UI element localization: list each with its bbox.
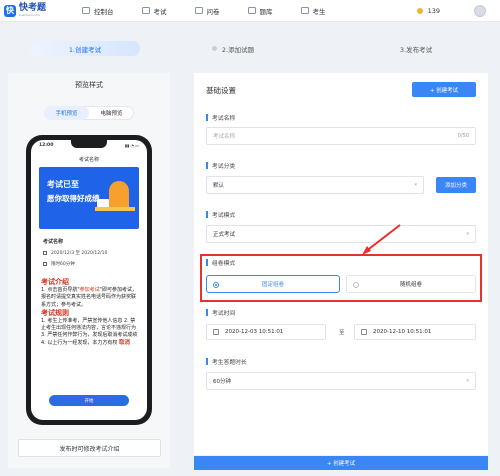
nav-dashboard[interactable]: 控制台	[82, 6, 114, 16]
preview-toggle: 手机预览 电脑预览	[44, 106, 134, 120]
radio-icon	[353, 282, 359, 288]
section-title: 基础设置	[206, 86, 236, 95]
radio-icon	[213, 282, 219, 288]
category-select[interactable]: 默认 ▾	[206, 176, 424, 194]
start-time-input[interactable]: 2020-12-03 10:51:01	[206, 324, 326, 340]
coin-balance[interactable]: 139	[416, 7, 440, 15]
basic-settings-panel: 基础设置 + 创建考试 考试名称 考试名称 0/50 考试分类 默认 ▾ 添加分…	[194, 73, 488, 455]
answer-time-select[interactable]: 60分钟 ▾	[206, 372, 476, 390]
status-time: 12:00	[39, 143, 54, 148]
end-time-input[interactable]: 2020-12-10 10:51:01	[354, 324, 476, 340]
exam-banner: 考试已至 愿你取得好成绩	[39, 167, 139, 229]
step-publish: 3.发布考试	[399, 45, 433, 54]
chevron-down-icon: ▾	[414, 182, 417, 188]
phone-notch	[71, 140, 107, 148]
coin-icon	[416, 8, 423, 14]
desk-illustration	[95, 207, 135, 211]
card-exam-name: 考试名称	[43, 239, 64, 245]
preview-panel: 预览样式 手机预览 电脑预览 12:00 ▮▮ ◔ ▭ 考试名称 考试已至 愿你…	[8, 73, 170, 468]
exam-icon	[141, 7, 150, 14]
calendar-icon	[213, 329, 219, 335]
main-nav: 控制台 考试 问卷 题库 考生	[82, 6, 354, 16]
answer-time-label: 考生答题时长	[206, 357, 247, 366]
exam-name-label: 考试名称	[206, 113, 235, 122]
random-paper-option[interactable]: 随机组卷	[346, 275, 476, 293]
exam-time-label: 考试时间	[206, 308, 235, 317]
survey-icon	[194, 7, 203, 14]
exam-info-card: 考试名称 2020/12/3 至 2020/12/10 限时60分钟	[39, 234, 139, 274]
step-progress: 1.创建考试 2.添加试题 3.发布考试	[0, 36, 500, 62]
avatar[interactable]	[474, 5, 486, 17]
dashboard-icon	[82, 7, 90, 14]
create-exam-button-top[interactable]: + 创建考试	[412, 82, 476, 97]
chevron-down-icon: ▾	[466, 378, 469, 384]
preview-title: 预览样式	[75, 81, 103, 89]
nav-survey[interactable]: 问卷	[194, 6, 220, 16]
paper-mode-label: 组卷模式	[206, 258, 235, 267]
exam-name-input[interactable]: 考试名称 0/50	[206, 127, 476, 145]
nav-examinee[interactable]: 考生	[300, 6, 326, 16]
chevron-down-icon: ▾	[466, 231, 469, 237]
examinee-icon	[300, 7, 309, 14]
logo[interactable]: 快 快考题 kuaikaoti.com	[4, 4, 62, 17]
banner-line2: 愿你取得好成绩	[47, 194, 100, 203]
mobile-preview-tab[interactable]: 手机预览	[44, 106, 89, 120]
rules-text: 1. 考生上传准考，严禁宣传他人信息 2. 禁止考生出现任何违法内容，言论不违规…	[41, 317, 138, 346]
fixed-paper-option[interactable]: 固定组卷	[206, 275, 340, 293]
phone-screen: 12:00 ▮▮ ◔ ▭ 考试名称 考试已至 愿你取得好成绩 考试名称 2020…	[31, 140, 147, 420]
edit-intro-button[interactable]: 发布时可修改考试介绍	[18, 439, 161, 457]
phone-start-button: 开始	[49, 395, 129, 406]
top-navbar: 快 快考题 kuaikaoti.com 控制台 考试 问卷 题库 考生 139	[0, 0, 500, 22]
card-duration: 限时60分钟	[51, 262, 75, 267]
nav-exam[interactable]: 考试	[141, 6, 167, 16]
add-category-button[interactable]: 添加分类	[436, 177, 476, 193]
card-date-range: 2020/12/3 至 2020/12/10	[51, 251, 108, 256]
time-separator: 至	[339, 330, 345, 336]
clock-icon	[43, 262, 47, 266]
char-counter: 0/50	[457, 133, 469, 139]
nav-question-bank[interactable]: 题库	[247, 6, 273, 16]
mode-label: 考试模式	[206, 210, 235, 219]
logo-subtext: kuaikaoti.com	[19, 13, 40, 17]
phone-mockup: 12:00 ▮▮ ◔ ▭ 考试名称 考试已至 愿你取得好成绩 考试名称 2020…	[26, 135, 152, 425]
question-bank-icon	[247, 7, 256, 14]
mode-select[interactable]: 正式考试 ▾	[206, 225, 476, 243]
banner-line1: 考试已至	[47, 180, 79, 189]
calendar-icon	[361, 329, 367, 335]
step-dot-icon	[211, 46, 217, 51]
create-exam-button-bottom[interactable]: + 创建考试	[194, 456, 488, 470]
category-label: 考试分类	[206, 161, 235, 170]
intro-text: 1. 点击首页导航"参加考试"即可参加考试，报名时请提交真实姓名电话号码作为获奖…	[41, 287, 137, 308]
calendar-icon	[43, 251, 47, 255]
step-add-questions: 2.添加试题	[188, 41, 278, 56]
intro-title: 考试介绍	[41, 278, 69, 286]
status-icons: ▮▮ ◔ ▭	[124, 143, 139, 148]
logo-text: 快考题	[19, 3, 47, 13]
exam-intro: 考试介绍 1. 点击首页导航"参加考试"即可参加考试，报名时请提交真实姓名电话号…	[41, 278, 139, 348]
phone-header: 考试名称	[78, 157, 99, 163]
desktop-preview-tab[interactable]: 电脑预览	[89, 106, 134, 120]
step-create-exam: 1.创建考试	[30, 41, 140, 56]
logo-icon: 快	[4, 4, 16, 17]
rules-title: 考试规则	[41, 308, 69, 317]
